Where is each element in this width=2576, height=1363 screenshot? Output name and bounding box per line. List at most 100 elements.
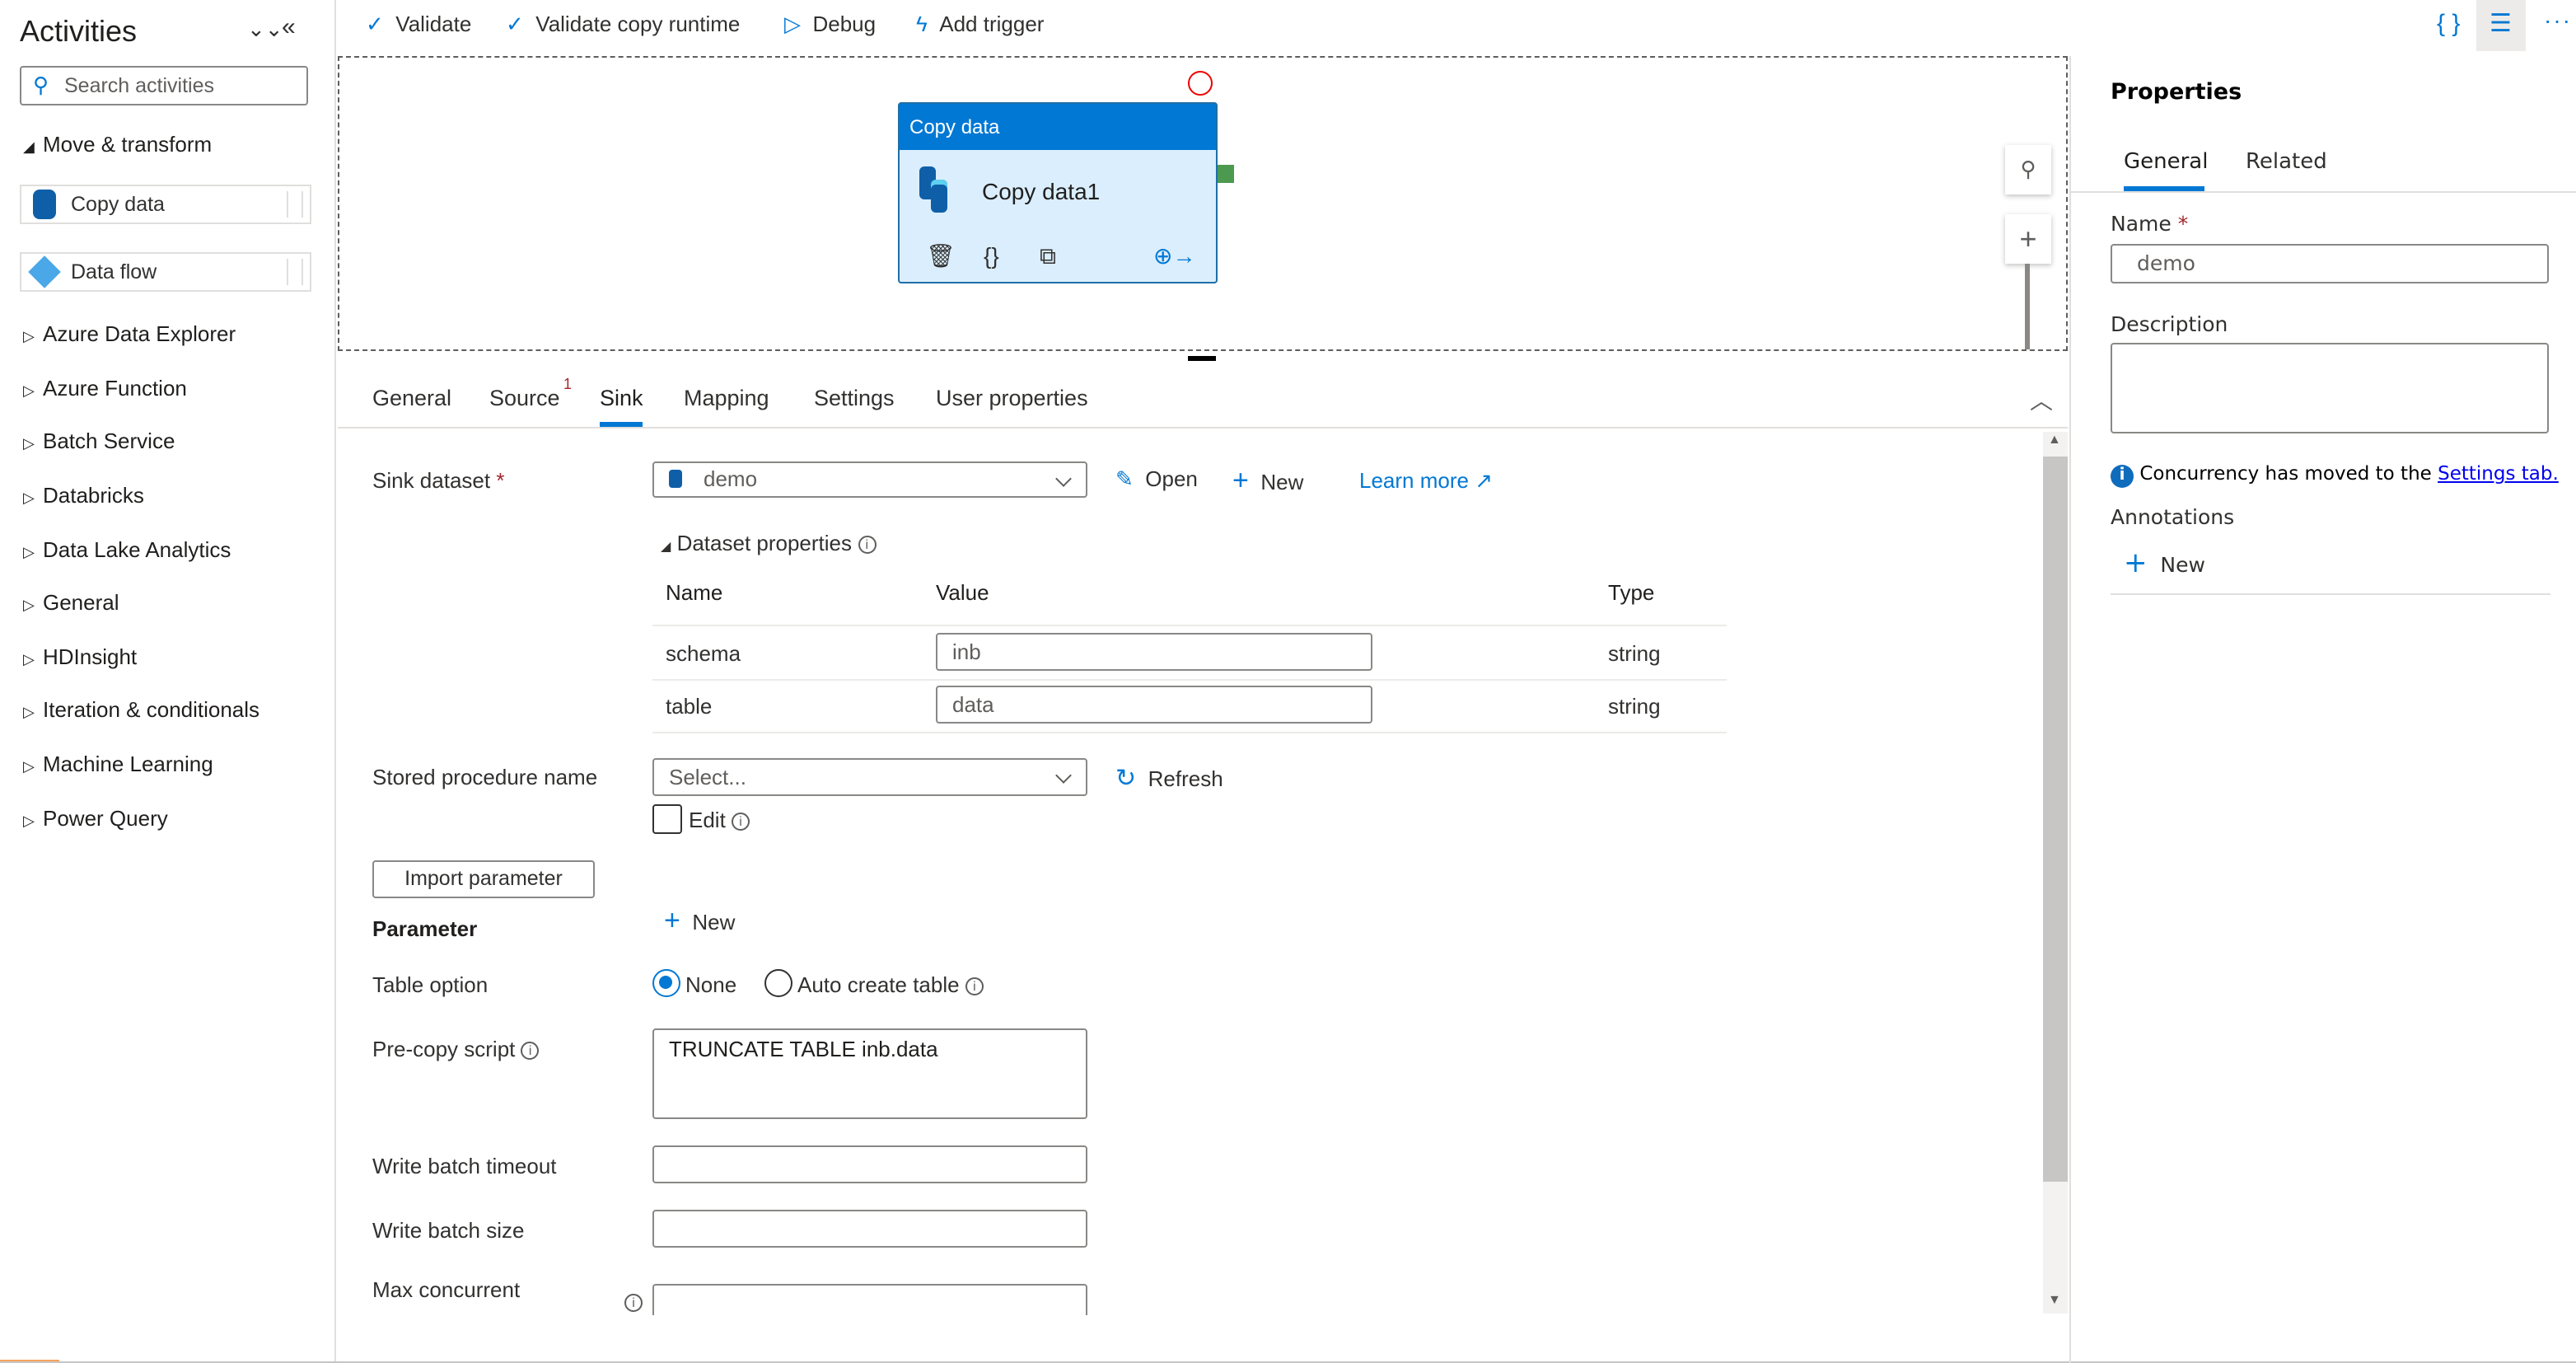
category-item[interactable]: ▷ Iteration & conditionals: [23, 697, 259, 722]
table-row: schema inb string: [652, 626, 1727, 679]
label-text: Pre-copy script: [372, 1037, 516, 1061]
max-concurrent-input[interactable]: [652, 1284, 1087, 1315]
scrollbar[interactable]: ▲ ▼: [2043, 432, 2068, 1314]
drag-handle[interactable]: [287, 259, 303, 285]
category-label: Power Query: [43, 806, 168, 831]
delete-icon[interactable]: 🗑: [926, 242, 956, 270]
collapse-all-icon[interactable]: ⌄⌄: [247, 16, 283, 43]
properties-tab-related[interactable]: Related: [2246, 150, 2327, 175]
clone-icon[interactable]: ⧉: [1040, 242, 1056, 270]
learn-more-link[interactable]: Learn more ↗: [1359, 468, 1493, 494]
zoom-in-button[interactable]: +: [2005, 214, 2051, 264]
debug-button[interactable]: ▷ Debug: [784, 12, 876, 38]
category-item[interactable]: ▷ HDInsight: [23, 644, 137, 669]
scroll-down-icon[interactable]: ▼: [2048, 1292, 2061, 1307]
settings-tab-link[interactable]: Settings tab.: [2438, 461, 2559, 485]
copy-data-icon-part: [931, 180, 947, 213]
add-output-icon[interactable]: ⊕→: [1153, 242, 1195, 270]
properties-title: Properties: [2111, 79, 2242, 105]
resize-handle[interactable]: [1188, 356, 1216, 361]
write-batch-size-input[interactable]: [652, 1210, 1087, 1248]
group-move-transform[interactable]: ◢ Move & transform: [23, 132, 212, 157]
success-port[interactable]: [1218, 165, 1234, 183]
dataset-properties-toggle[interactable]: ◢ Dataset properties i: [661, 531, 877, 555]
properties-tab-general[interactable]: General: [2124, 150, 2208, 175]
validate-copy-runtime-button[interactable]: ✓ Validate copy runtime: [506, 12, 740, 38]
schema-value-input[interactable]: inb: [936, 633, 1372, 671]
table-value-input[interactable]: data: [936, 686, 1372, 724]
more-icon[interactable]: ···: [2544, 7, 2572, 33]
search-icon: ⚲: [33, 73, 49, 97]
node-name: Copy data1: [982, 178, 1101, 204]
data-flow-icon: [28, 255, 61, 288]
copy-data-activity-node[interactable]: Copy data Copy data1 🗑 {} ⧉ ⊕→: [898, 102, 1218, 283]
refresh-button[interactable]: ↻ Refresh: [1115, 763, 1223, 793]
description-label: Description: [2111, 311, 2228, 336]
write-batch-size-label: Write batch size: [372, 1218, 525, 1243]
row-divider: [652, 732, 1727, 733]
open-button[interactable]: ✎ Open: [1115, 466, 1198, 493]
sink-dataset-select[interactable]: demo: [652, 461, 1087, 498]
zoom-search-button[interactable]: ⚲: [2005, 145, 2051, 194]
activity-data-flow[interactable]: Data flow: [20, 252, 311, 292]
new-dataset-button[interactable]: + New: [1232, 465, 1303, 498]
radio-none[interactable]: [652, 969, 680, 997]
radio-auto-create-table[interactable]: [764, 969, 792, 997]
category-item[interactable]: ▷ Batch Service: [23, 429, 175, 453]
label-text: Sink dataset: [372, 468, 491, 493]
play-icon: ▷: [784, 12, 801, 36]
table-option-label: Table option: [372, 972, 489, 997]
group-label: Move & transform: [43, 132, 213, 157]
stored-procedure-label: Stored procedure name: [372, 765, 598, 789]
annotations-divider: [2111, 593, 2550, 595]
scrollbar-thumb[interactable]: [2043, 457, 2068, 1182]
code-icon[interactable]: {}: [984, 242, 999, 269]
row-name: schema: [666, 641, 741, 666]
category-label: General: [43, 590, 119, 615]
add-trigger-button[interactable]: ϟ Add trigger: [916, 12, 1044, 36]
max-concurrent-label: Max concurrent: [372, 1277, 521, 1302]
category-item[interactable]: ▷ Databricks: [23, 483, 144, 508]
zoom-slider[interactable]: [2025, 264, 2030, 349]
tab-general[interactable]: General: [372, 386, 451, 410]
category-item[interactable]: ▷ Azure Data Explorer: [23, 321, 236, 346]
category-item[interactable]: ▷ General: [23, 590, 119, 615]
pre-copy-script-label: Pre-copy script i: [372, 1037, 540, 1061]
tab-sink[interactable]: Sink: [600, 386, 643, 410]
description-textarea[interactable]: [2111, 343, 2549, 433]
info-icon: i: [965, 977, 984, 995]
tab-settings[interactable]: Settings: [814, 386, 895, 410]
label-text: Name: [2111, 211, 2172, 236]
new-annotation-button[interactable]: + New: [2124, 547, 2205, 580]
name-input[interactable]: demo: [2111, 244, 2549, 283]
tabs-divider: [2071, 191, 2576, 193]
new-parameter-button[interactable]: + New: [664, 905, 735, 938]
tab-mapping[interactable]: Mapping: [684, 386, 769, 410]
collapse-pane-icon[interactable]: «: [282, 13, 296, 41]
drag-handle[interactable]: [287, 191, 303, 218]
search-activities-input[interactable]: ⚲ Search activities: [20, 66, 308, 105]
stored-procedure-select[interactable]: Select...: [652, 758, 1087, 796]
collapsed-triangle-icon: ▷: [23, 382, 35, 399]
category-item[interactable]: ▷ Machine Learning: [23, 752, 213, 776]
tab-user-properties[interactable]: User properties: [936, 386, 1088, 410]
category-item[interactable]: ▷ Azure Function: [23, 376, 187, 400]
write-batch-timeout-input[interactable]: [652, 1145, 1087, 1183]
properties-toggle-button[interactable]: ☰: [2476, 0, 2526, 51]
info-text: Concurrency has moved to the: [2139, 461, 2438, 485]
properties-panel: Properties General Related Name * demo D…: [2069, 56, 2576, 1363]
validate-button[interactable]: ✓ Validate: [366, 12, 471, 38]
import-parameter-button[interactable]: Import parameter: [372, 860, 595, 898]
tab-source[interactable]: Source: [489, 386, 560, 410]
collapse-panel-chevron-icon[interactable]: ︿: [2030, 384, 2053, 417]
category-item[interactable]: ▷ Power Query: [23, 806, 168, 831]
pre-copy-script-textarea[interactable]: TRUNCATE TABLE inb.data: [652, 1028, 1087, 1119]
category-item[interactable]: ▷ Data Lake Analytics: [23, 537, 231, 562]
script-text: TRUNCATE TABLE inb.data: [669, 1037, 938, 1061]
expanded-triangle-icon: ◢: [661, 539, 671, 554]
scroll-up-icon[interactable]: ▲: [2048, 432, 2061, 447]
code-icon[interactable]: { }: [2437, 10, 2460, 38]
edit-checkbox[interactable]: [652, 804, 682, 834]
radio-none-label: None: [685, 972, 737, 997]
activity-copy-data[interactable]: Copy data: [20, 185, 311, 224]
